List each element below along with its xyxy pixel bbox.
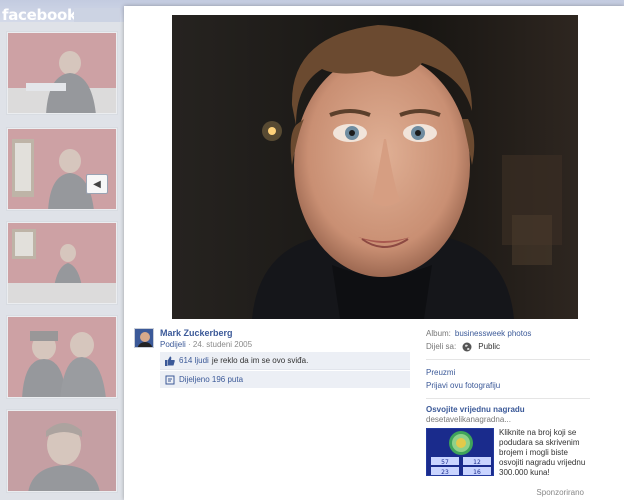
photo-viewer: Mark Zuckerberg Podijeli · 24. studeni 2… [124, 6, 624, 500]
thumbs-up-icon [165, 356, 175, 366]
ad-domain: desetavelikanagradna... [426, 415, 511, 424]
likes-text: je reklo da im se ovo sviđa. [211, 356, 309, 365]
download-link[interactable]: Preuzmi [426, 366, 592, 379]
sponsored-label[interactable]: Sponzorirano [426, 488, 584, 497]
owner-avatar[interactable] [134, 328, 154, 348]
photo-stage [124, 6, 624, 322]
thumbnail-3[interactable] [7, 222, 117, 304]
photo-sidebar: Album: businessweek photos Dijeli sa: Pu… [426, 327, 592, 497]
ad-number-4[interactable]: 16 [473, 469, 481, 476]
album-link[interactable]: businessweek photos [455, 329, 532, 338]
share-icon [165, 375, 175, 385]
share-link[interactable]: Podijeli [160, 340, 186, 349]
ad-number-2[interactable]: 12 [473, 459, 481, 466]
share-with-value[interactable]: Public [478, 342, 500, 351]
shares-text[interactable]: Dijeljeno 196 puta [179, 375, 243, 384]
divider [426, 398, 590, 399]
ad-number-1[interactable]: 57 [441, 459, 449, 466]
thumbnail-4[interactable] [7, 316, 117, 398]
triangle-left-icon: ◀ [93, 178, 101, 190]
likes-box: 614 ljudi je reklo da im se ovo sviđa. [160, 352, 410, 370]
report-photo-link[interactable]: Prijavi ovu fotografiju [426, 379, 592, 392]
ad-title[interactable]: Osvojite vrijednu nagradu [426, 405, 592, 414]
ad-image[interactable]: 57 12 23 16 [426, 428, 494, 476]
thumbnail-2[interactable] [7, 128, 117, 210]
divider [426, 359, 590, 360]
thumbnail-rail: ◀ [0, 22, 124, 500]
previous-photo-button[interactable]: ◀ [86, 174, 108, 194]
likes-count[interactable]: 614 ljudi [179, 356, 209, 365]
main-photo[interactable] [172, 15, 578, 319]
album-row: Album: businessweek photos [426, 327, 592, 340]
ad-body: 57 12 23 16 Kliknite na broj koji se pod… [426, 428, 592, 484]
share-with-label: Dijeli sa: [426, 342, 457, 351]
share-with-row: Dijeli sa: Public [426, 340, 592, 353]
album-label: Album: [426, 329, 451, 338]
thumbnail-5[interactable] [7, 410, 117, 492]
ad-number-3[interactable]: 23 [441, 469, 449, 476]
globe-icon [462, 342, 472, 352]
owner-name[interactable]: Mark Zuckerberg [160, 328, 233, 338]
thumbnail-1[interactable] [7, 32, 117, 114]
shares-box[interactable]: Dijeljeno 196 puta [160, 371, 410, 388]
photo-meta: Podijeli · 24. studeni 2005 [160, 340, 252, 349]
ad-text[interactable]: Kliknite na broj koji se podudara sa skr… [499, 428, 589, 478]
photo-date: 24. studeni 2005 [192, 340, 253, 349]
